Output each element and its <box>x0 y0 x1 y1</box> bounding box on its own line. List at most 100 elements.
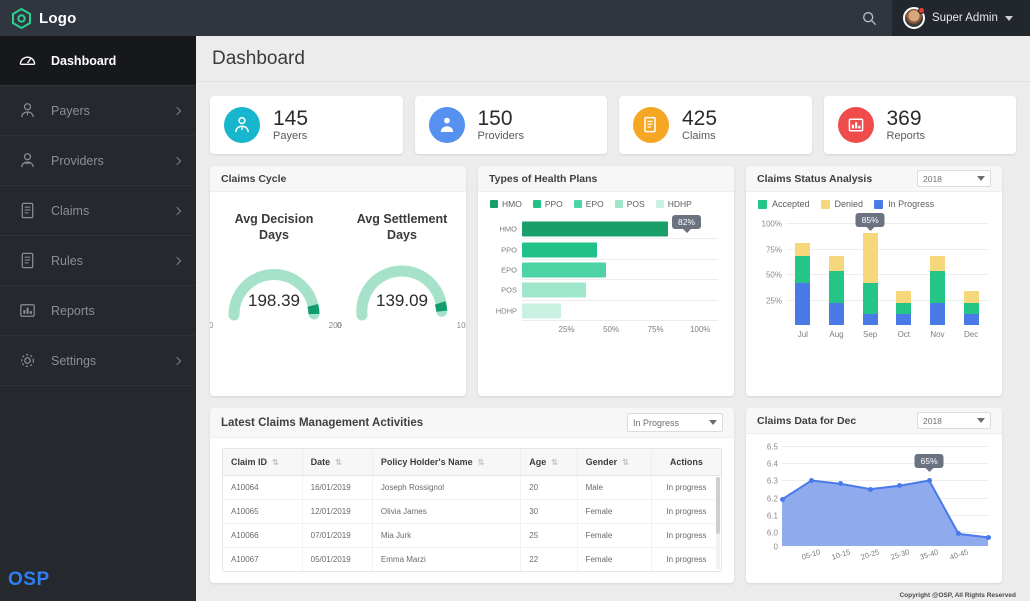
gauge-1: Avg SettlementDays139.090100 <box>346 212 458 329</box>
sidebar-item-dashboard[interactable]: Dashboard <box>0 36 196 86</box>
notification-dot <box>918 7 925 14</box>
column-header-date[interactable]: Date ⇅ <box>302 449 372 476</box>
profile-menu[interactable]: Super Admin <box>892 0 1030 36</box>
cell-action[interactable]: In progress <box>651 524 721 548</box>
claims-table-body: Claim ID⇅Date⇅Policy Holder's Name⇅Age⇅G… <box>210 438 734 583</box>
stacked-bar-dec[interactable] <box>964 223 979 325</box>
legend-item-epo[interactable]: EPO <box>574 199 604 209</box>
legend-item-hmo[interactable]: HMO <box>490 199 522 209</box>
sort-icon[interactable]: ⇅ <box>335 458 342 467</box>
chevron-right-icon <box>173 356 181 364</box>
stacked-bar-sep[interactable]: 85% <box>863 223 878 325</box>
cell-claim-id: A10064 <box>223 476 302 500</box>
table-row[interactable]: A1006416/01/2019Joseph Rossignol20MaleIn… <box>223 476 721 500</box>
claims-status-panel: Claims Status Analysis 2018 AcceptedDeni… <box>746 166 1002 396</box>
column-header-claim-id[interactable]: Claim ID⇅ <box>223 449 302 476</box>
legend-item-accepted[interactable]: Accepted <box>758 199 810 209</box>
data-point[interactable] <box>809 478 814 483</box>
sidebar-item-payers[interactable]: Payers <box>0 86 196 136</box>
data-point[interactable] <box>986 535 991 540</box>
sidebar-item-rules[interactable]: Rules <box>0 236 196 286</box>
bar-segment-in-progress <box>829 303 844 325</box>
column-header-policy-holder-s-name[interactable]: Policy Holder's Name⇅ <box>372 449 520 476</box>
bar-row-hdhp[interactable]: HDHP <box>522 301 718 321</box>
cell-date: 16/01/2019 <box>302 476 372 500</box>
stat-label: Payers <box>273 130 308 142</box>
bar-fill <box>522 303 561 318</box>
cell-gender: Male <box>577 476 651 500</box>
sidebar-item-settings[interactable]: Settings <box>0 336 196 386</box>
sidebar-item-claims[interactable]: Claims <box>0 186 196 236</box>
legend-item-denied[interactable]: Denied <box>821 199 864 209</box>
sort-icon[interactable]: ⇅ <box>551 458 558 467</box>
data-point[interactable] <box>927 478 932 483</box>
cell-action[interactable]: In progress <box>651 476 721 500</box>
x-tick-label: Sep <box>863 330 878 339</box>
gauge-title: Avg SettlementDays <box>346 212 458 243</box>
stat-card-reports[interactable]: 369Reports <box>824 96 1017 154</box>
sort-icon[interactable]: ⇅ <box>622 458 629 467</box>
table-header-row: Claim ID⇅Date⇅Policy Holder's Name⇅Age⇅G… <box>223 449 721 476</box>
stacked-bar-jul[interactable] <box>795 223 810 325</box>
y-tick-label: 6.4 <box>767 460 778 469</box>
sort-icon[interactable]: ⇅ <box>478 458 485 467</box>
table-row[interactable]: A1006607/01/2019Mia Jurk25FemaleIn progr… <box>223 524 721 548</box>
bar-row-epo[interactable]: EPO <box>522 260 718 280</box>
legend-item-hdhp[interactable]: HDHP <box>656 199 692 209</box>
stacked-bar-oct[interactable] <box>896 223 911 325</box>
claims-cycle-title: Claims Cycle <box>221 173 455 185</box>
claims-status-year-value: 2018 <box>923 174 942 184</box>
claims-data-year-select[interactable]: 2018 <box>917 412 991 429</box>
claims-table-header: Latest Claims Management Activities In P… <box>210 408 734 438</box>
y-tick-label: 6.0 <box>767 529 778 538</box>
bar-tooltip: 82% <box>672 215 701 229</box>
x-tick-label: Aug <box>829 330 844 339</box>
brand-logo[interactable]: Logo <box>0 0 196 36</box>
bar-row-ppo[interactable]: PPO <box>522 239 718 259</box>
legend-item-pos[interactable]: POS <box>615 199 645 209</box>
column-header-age[interactable]: Age⇅ <box>521 449 577 476</box>
table-scrollbar[interactable] <box>716 477 720 569</box>
legend-label: EPO <box>586 199 604 209</box>
x-tick-label: 25% <box>559 325 575 334</box>
bar-category-label: EPO <box>501 265 517 274</box>
bar-row-hmo[interactable]: HMO82% <box>522 219 718 239</box>
sidebar-item-reports[interactable]: Reports <box>0 286 196 336</box>
stacked-bar-aug[interactable] <box>829 223 844 325</box>
gauge-0: Avg DecisionDays198.390200 <box>218 212 330 329</box>
bar-fill <box>522 242 597 257</box>
search-icon[interactable] <box>846 0 892 36</box>
data-point[interactable] <box>868 487 873 492</box>
stacked-bar-nov[interactable] <box>930 223 945 325</box>
column-label: Date <box>311 457 331 467</box>
claims-table-filter-select[interactable]: In Progress <box>627 413 723 432</box>
sort-icon[interactable]: ⇅ <box>272 458 279 467</box>
cell-action[interactable]: In progress <box>651 548 721 572</box>
sidebar-item-providers[interactable]: Providers <box>0 136 196 186</box>
table-row[interactable]: A1006705/01/2019Emma Marzi22FemaleIn pro… <box>223 548 721 572</box>
y-tick-label: 75% <box>766 245 782 254</box>
stat-card-providers[interactable]: 150Providers <box>415 96 608 154</box>
cell-gender: Female <box>577 500 651 524</box>
cell-claim-id: A10065 <box>223 500 302 524</box>
claims-data-body: 6.06.16.26.36.46.5065% 05-1010-1520-2525… <box>746 434 1002 583</box>
table-row[interactable]: A1006512/01/2019Olivia James30FemaleIn p… <box>223 500 721 524</box>
stat-card-payers[interactable]: 145Payers <box>210 96 403 154</box>
claims-status-year-select[interactable]: 2018 <box>917 170 991 187</box>
claims-data-title: Claims Data for Dec <box>757 415 909 427</box>
chevron-down-icon <box>977 176 985 181</box>
legend-item-in-progress[interactable]: In Progress <box>874 199 934 209</box>
column-header-gender[interactable]: Gender⇅ <box>577 449 651 476</box>
legend-item-ppo[interactable]: PPO <box>533 199 563 209</box>
chevron-right-icon <box>173 256 181 264</box>
column-header-actions[interactable]: Actions <box>651 449 721 476</box>
bar-fill <box>522 262 606 277</box>
cell-action[interactable]: In progress <box>651 500 721 524</box>
bar-segment-accepted <box>829 271 844 303</box>
bar-row-pos[interactable]: POS <box>522 280 718 300</box>
stat-card-claims[interactable]: 425Claims <box>619 96 812 154</box>
data-point[interactable] <box>780 497 785 502</box>
legend-label: PPO <box>545 199 563 209</box>
bar-fill <box>522 283 586 298</box>
brand-label: Logo <box>39 10 76 27</box>
